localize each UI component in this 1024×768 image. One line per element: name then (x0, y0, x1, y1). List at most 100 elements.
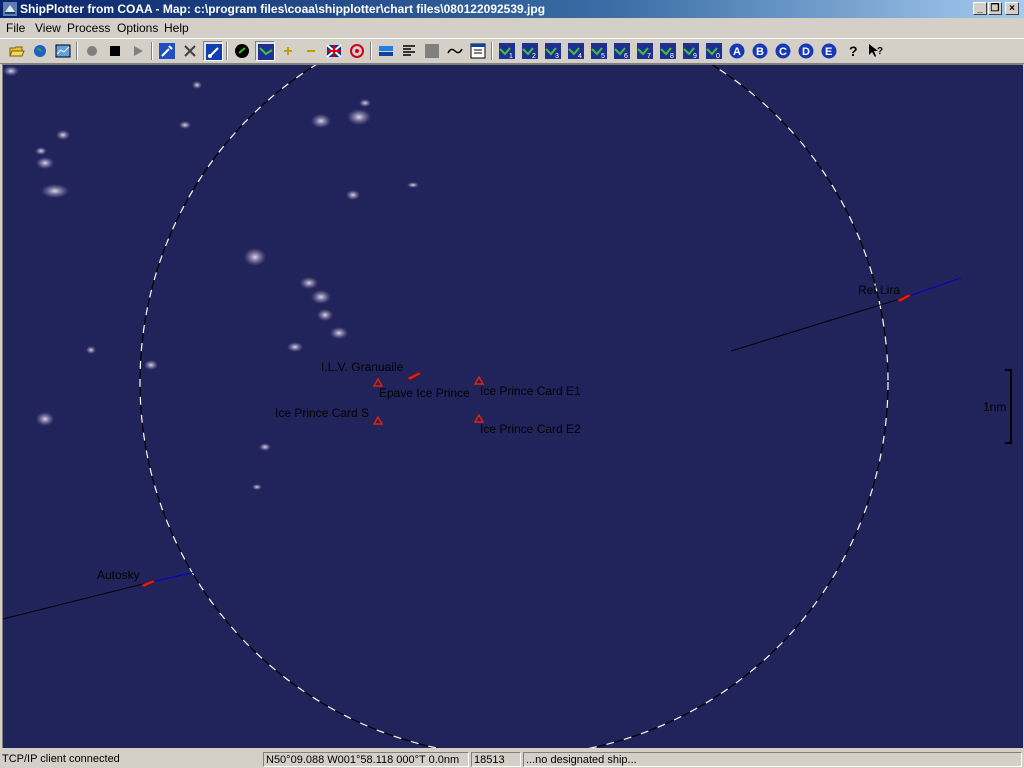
view-letter: E (825, 46, 832, 58)
marker-symbol (372, 415, 384, 425)
view-3-button[interactable]: 3 (543, 41, 563, 61)
tools-icon (184, 45, 196, 57)
view-5-button[interactable]: 5 (589, 41, 609, 61)
flag-button[interactable] (324, 41, 344, 61)
target-button[interactable] (347, 41, 367, 61)
view-letter: A (733, 46, 741, 58)
window-button[interactable] (468, 41, 488, 61)
marker-epave-ice-prince[interactable]: Epave Ice Prince (372, 377, 470, 400)
view-number: 1 (509, 53, 513, 59)
map-canvas[interactable]: Ref Lira I.L.V. Granuaile Autosky Epave … (2, 64, 1023, 748)
numbered-map-icon: 6 (614, 43, 630, 59)
map-button[interactable] (255, 41, 275, 61)
open-folder-icon (9, 46, 25, 57)
marker-symbol (473, 375, 485, 385)
help-icon: ? (849, 43, 858, 59)
ship-symbol (406, 371, 422, 381)
view-b-button[interactable]: B (750, 41, 770, 61)
view-2-button[interactable]: 2 (520, 41, 540, 61)
text-align-icon (403, 45, 415, 56)
view-a-button[interactable]: A (727, 41, 747, 61)
toolbar-separator (491, 42, 493, 60)
connection-status: TCP/IP client connected (2, 753, 120, 765)
range-ring (139, 65, 889, 748)
letter-circle-icon: E (821, 43, 837, 59)
menu-bar: File View Process Options Help (0, 18, 1024, 39)
ship-label: Ref Lira (858, 283, 900, 297)
target-icon (350, 44, 364, 58)
help-button[interactable]: ? (843, 41, 863, 61)
marker-ice-prince-card-e1[interactable]: Ice Prince Card E1 (473, 375, 581, 398)
title-bar[interactable]: ShipPlotter from COAA - Map: c:\program … (0, 0, 1024, 18)
letter-circle-icon: C (775, 43, 791, 59)
map-chart[interactable]: Ref Lira I.L.V. Granuaile Autosky Epave … (3, 65, 1023, 748)
view-1-button[interactable]: 1 (497, 41, 517, 61)
marker-label: Ice Prince Card S (275, 406, 369, 420)
ship-label: Autosky (97, 568, 140, 582)
stop-icon (110, 46, 120, 56)
zoom-in-button[interactable] (278, 41, 298, 61)
view-number: 4 (578, 53, 582, 59)
menu-help[interactable]: Help (164, 21, 189, 35)
link-button[interactable] (203, 41, 223, 61)
minimize-button[interactable]: _ (973, 2, 987, 15)
menu-options[interactable]: Options (117, 21, 158, 35)
track-icon (447, 48, 463, 54)
view-number: 8 (670, 53, 674, 59)
play-button[interactable] (128, 41, 148, 61)
track-line (730, 297, 904, 352)
view-9-button[interactable]: 9 (681, 41, 701, 61)
context-help-button[interactable]: ? (866, 41, 886, 61)
numbered-map-icon: 4 (568, 43, 584, 59)
gray-square-icon (425, 44, 439, 58)
text-align-button[interactable] (399, 41, 419, 61)
numbered-map-icon: 3 (545, 43, 561, 59)
open-folder-button[interactable] (7, 41, 27, 61)
stop-button[interactable] (105, 41, 125, 61)
view-d-button[interactable]: D (796, 41, 816, 61)
ship-granuaile[interactable]: I.L.V. Granuaile (321, 360, 422, 381)
status-bar: TCP/IP client connected N50°09.088 W001°… (0, 751, 1024, 768)
menu-file[interactable]: File (6, 21, 25, 35)
ship-ref-lira[interactable]: Ref Lira (730, 277, 962, 352)
numbered-map-icon: 2 (522, 43, 538, 59)
wrench-button[interactable] (157, 41, 177, 61)
record-icon (87, 46, 97, 56)
marker-ice-prince-card-e2[interactable]: Ice Prince Card E2 (473, 413, 581, 436)
chart-button[interactable] (53, 41, 73, 61)
track-button[interactable] (445, 41, 465, 61)
menu-process[interactable]: Process (67, 21, 110, 35)
layers-icon (379, 46, 393, 56)
record-button[interactable] (82, 41, 102, 61)
toolbar-separator (226, 42, 228, 60)
view-c-button[interactable]: C (773, 41, 793, 61)
zoom-out-icon (307, 50, 315, 52)
view-0-button[interactable]: 0 (704, 41, 724, 61)
close-button[interactable]: × (1005, 2, 1019, 15)
toolbar-separator (151, 42, 153, 60)
zoom-out-button[interactable] (301, 41, 321, 61)
window-icon (470, 43, 486, 59)
tools-button[interactable] (180, 41, 200, 61)
marker-ice-prince-card-s[interactable]: Ice Prince Card S (275, 406, 384, 425)
context-help-icon: ? (869, 44, 883, 57)
marker-label: Epave Ice Prince (379, 386, 470, 400)
view-4-button[interactable]: 4 (566, 41, 586, 61)
view-e-button[interactable]: E (819, 41, 839, 61)
layers-button[interactable] (376, 41, 396, 61)
view-number: 7 (647, 53, 651, 59)
ship-button[interactable] (232, 41, 252, 61)
ship-autosky[interactable]: Autosky (3, 568, 196, 620)
globe-button[interactable] (30, 41, 50, 61)
view-6-button[interactable]: 6 (612, 41, 632, 61)
designated-ship-status: ...no designated ship... (523, 752, 1022, 767)
menu-view[interactable]: View (35, 21, 61, 35)
letter-circle-icon: D (798, 43, 814, 59)
restore-button[interactable]: ❐ (988, 2, 1002, 15)
view-8-button[interactable]: 8 (658, 41, 678, 61)
view-7-button[interactable]: 7 (635, 41, 655, 61)
ship-label: I.L.V. Granuaile (321, 360, 404, 374)
toolbar: ? ? 1 2 3 4 5 6 7 8 9 0 A B C D E (0, 39, 1024, 64)
numbered-map-icon: 8 (660, 43, 676, 59)
gray-square-button[interactable] (422, 41, 442, 61)
